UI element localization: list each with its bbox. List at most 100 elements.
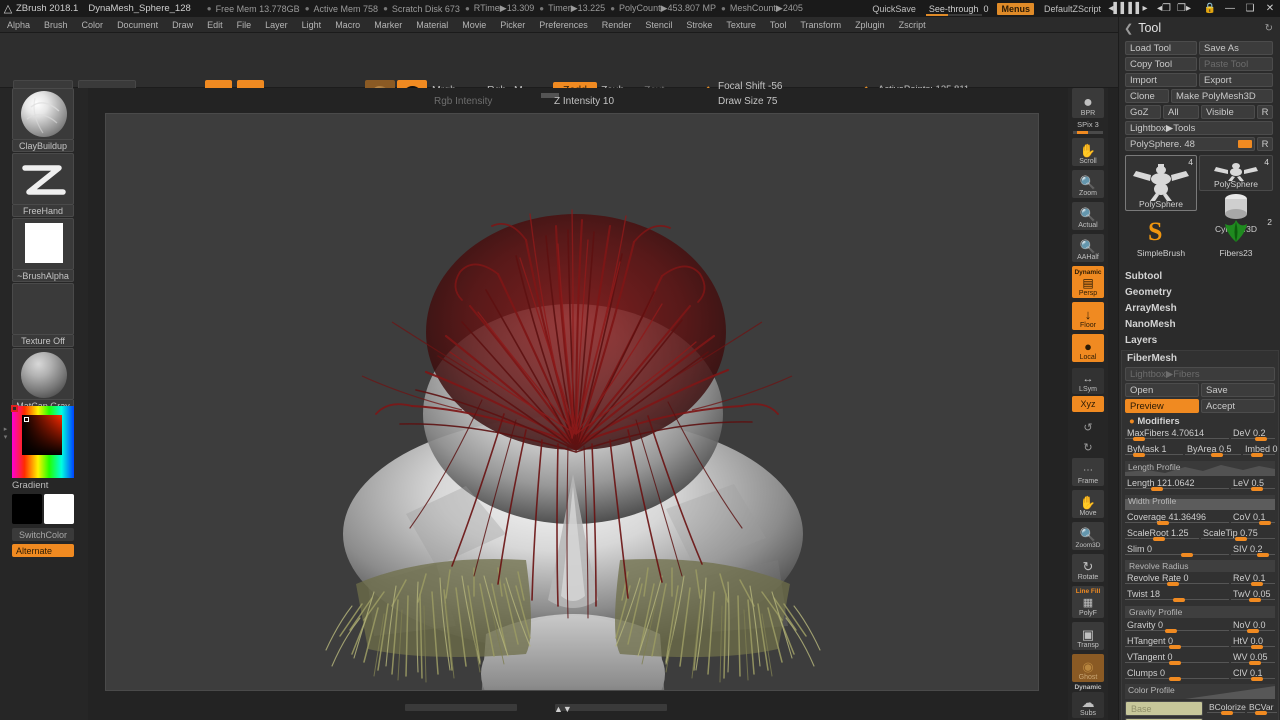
scaleroot-slider[interactable]: ScaleRoot 1.25 [1125,528,1199,541]
clv-slider[interactable]: ClV 0.1 [1231,668,1275,681]
primary-color-swatch[interactable] [12,494,42,524]
zoom-button[interactable]: 🔍 Zoom [1072,170,1104,198]
subs-button[interactable]: ☁ Subs [1072,692,1104,718]
fiber-save-button[interactable]: Save [1201,383,1275,397]
gravity-slider[interactable]: Gravity 0 [1125,620,1229,633]
zoom3d-button[interactable]: 🔍 Zoom3D [1072,522,1104,550]
slim-slider[interactable]: Slim 0 [1125,544,1229,557]
revolve-radius-label[interactable]: Revolve Radius [1125,560,1275,572]
menu-item-transform[interactable]: Transform [793,17,848,33]
load-tool-button[interactable]: Load Tool [1125,41,1197,55]
wv-slider[interactable]: WV 0.05 [1231,652,1275,665]
tile-polysphere-selected[interactable]: 4 PolySphere [1125,155,1197,211]
polysphere-slider[interactable]: PolySphere. 48 [1125,137,1255,151]
frame-button[interactable]: ⋯ Frame [1072,458,1104,486]
restore-tray-icon[interactable]: ◂❐ [1154,0,1174,17]
menu-item-file[interactable]: File [230,17,259,33]
menu-item-zplugin[interactable]: Zplugin [848,17,892,33]
minimize-icon[interactable]: — [1220,0,1240,17]
section-nanomesh[interactable]: NanoMesh [1125,319,1176,330]
menu-item-marker[interactable]: Marker [367,17,409,33]
menus-button[interactable]: Menus [997,2,1034,15]
revolve-rate-slider[interactable]: Revolve Rate 0 [1125,573,1229,586]
persp-button[interactable]: Dynamic ▤ Persp [1072,266,1104,298]
local-button[interactable]: ● Local [1072,334,1104,362]
section-geometry[interactable]: Geometry [1125,287,1172,298]
rotate-cw-icon[interactable]: ↻ [1072,438,1104,456]
bcolorize-slider[interactable]: BColorize [1207,702,1246,715]
bpr-render-button[interactable]: ● BPR [1072,88,1104,118]
cov-slider[interactable]: CoV 0.1 [1231,512,1275,525]
rotate-ccw-icon[interactable]: ↺ [1072,418,1104,436]
lightbox-tools-button[interactable]: Lightbox▶Tools [1125,121,1273,135]
fiber-open-button[interactable]: Open [1125,383,1199,397]
menu-item-document[interactable]: Document [110,17,165,33]
import-button[interactable]: Import [1125,73,1197,87]
move-view-button[interactable]: ✋ Move [1072,490,1104,518]
xyz-button[interactable]: Xyz [1072,396,1104,412]
spix-slider[interactable] [1073,131,1103,134]
secondary-color-swatch[interactable] [44,494,74,524]
lock-icon[interactable]: 🔒 [1200,0,1220,17]
base-color-swatch[interactable]: Base [1125,701,1203,716]
scaletip-slider[interactable]: ScaleTip 0.75 [1201,528,1275,541]
ghost-button[interactable]: ◉ Ghost [1072,654,1104,682]
color-picker[interactable] [11,405,74,478]
lightbox-fibers-button[interactable]: Lightbox▶Fibers [1125,367,1275,381]
section-layers[interactable]: Layers [1125,335,1157,346]
scroll-button[interactable]: ✋ Scroll [1072,138,1104,166]
clumps-slider[interactable]: Clumps 0 [1125,668,1229,681]
vtangent-slider[interactable]: VTangent 0 [1125,652,1229,665]
texture-selector[interactable]: Texture Off [12,283,74,347]
section-subtool[interactable]: Subtool [1125,271,1162,282]
quicksave-button[interactable]: QuickSave [865,0,923,17]
rev-slider[interactable]: ReV 0.1 [1231,573,1275,586]
menu-item-material[interactable]: Material [409,17,455,33]
stroke-selector[interactable]: FreeHand [12,153,74,217]
make-polymesh3d-button[interactable]: Make PolyMesh3D [1171,89,1273,103]
switch-color-button[interactable]: SwitchColor [12,528,74,541]
menu-item-layer[interactable]: Layer [258,17,295,33]
color-profile-curve[interactable]: Color Profile [1125,684,1275,699]
section-arraymesh[interactable]: ArrayMesh [1125,303,1177,314]
canvas-scroll-arrows-icon[interactable]: ▲▼ [554,704,572,714]
menu-item-brush[interactable]: Brush [37,17,75,33]
tray-collapse-arrows-icon[interactable]: ▸ ▾ [2,418,9,448]
menu-item-stencil[interactable]: Stencil [638,17,679,33]
length-slider[interactable]: Length 121.0642 [1125,478,1229,491]
expand-tray-icon[interactable]: ❐▸ [1174,0,1194,17]
length-profile-curve[interactable]: Length Profile [1125,461,1275,476]
aahalf-button[interactable]: 🔍 AAHalf [1072,234,1104,262]
chevron-left-icon[interactable]: ❮ [1119,22,1138,35]
scroll-left-icon[interactable]: ◂▌▌ [1108,0,1128,17]
default-zscript-label[interactable]: DefaultZScript [1037,0,1108,17]
material-selector[interactable]: MatCap Gray [12,348,74,412]
rotate-view-button[interactable]: ↻ Rotate [1072,554,1104,582]
gravity-profile-label[interactable]: Gravity Profile [1125,606,1275,618]
visible-button[interactable]: Visible [1201,105,1255,119]
bcvar-slider[interactable]: BCVar [1247,702,1277,715]
menu-item-tool[interactable]: Tool [763,17,794,33]
menu-item-draw[interactable]: Draw [165,17,200,33]
floor-button[interactable]: ↓ Floor [1072,302,1104,330]
r-button[interactable]: R [1257,105,1273,119]
menu-item-light[interactable]: Light [295,17,329,33]
fiber-accept-button[interactable]: Accept [1201,399,1275,413]
section-fibermesh[interactable]: FiberMesh [1127,353,1177,364]
nov-slider[interactable]: NoV 0.0 [1231,620,1275,633]
menu-item-picker[interactable]: Picker [493,17,532,33]
maximize-icon[interactable]: ❑ [1240,0,1260,17]
coverage-slider[interactable]: Coverage 41.36496 [1125,512,1229,525]
dev-slider[interactable]: DeV 0.2 [1231,428,1275,441]
htangent-slider[interactable]: HTangent 0 [1125,636,1229,649]
reset-circular-icon[interactable]: ↻ [1265,23,1273,34]
copy-tool-button[interactable]: Copy Tool [1125,57,1197,71]
twist-slider[interactable]: Twist 18 [1125,589,1229,602]
menu-item-zscript[interactable]: Zscript [892,17,933,33]
byarea-slider[interactable]: ByArea 0.5 [1185,444,1241,457]
goz-button[interactable]: GoZ [1125,105,1161,119]
lev-slider[interactable]: LeV 0.5 [1231,478,1275,491]
slv-slider[interactable]: SIV 0.2 [1231,544,1275,557]
viewport[interactable] [105,113,1039,691]
transp-button[interactable]: ▣ Transp [1072,622,1104,650]
